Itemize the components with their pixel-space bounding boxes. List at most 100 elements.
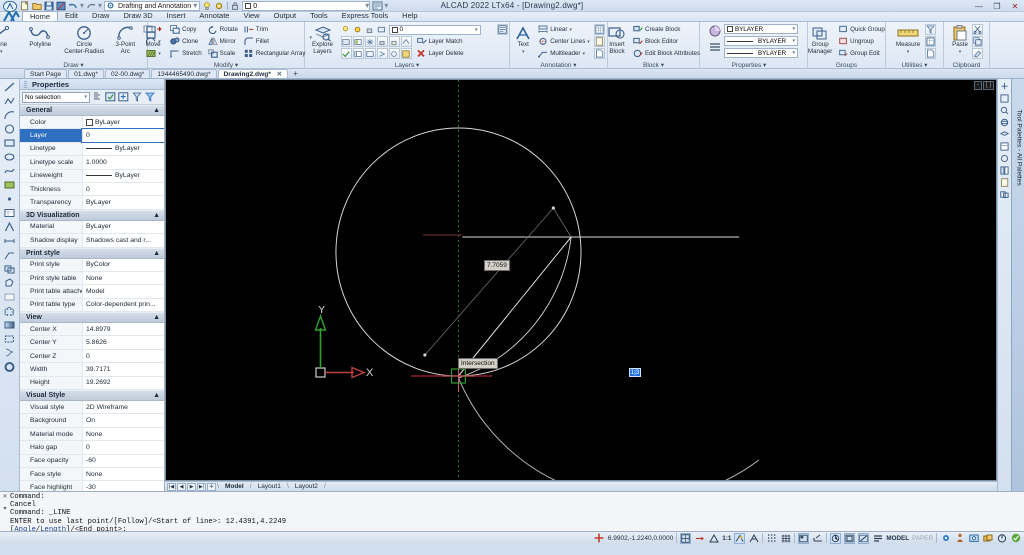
- property-value-print-style-table[interactable]: None: [82, 271, 164, 285]
- layer-merge-icon[interactable]: [376, 48, 388, 59]
- isolate-objects-icon[interactable]: [968, 533, 979, 544]
- doc-tab-drawing2[interactable]: Drawing2.dwg* ✕: [217, 69, 289, 78]
- layout-prev-button[interactable]: ◀: [177, 482, 186, 491]
- properties-linetype-dropdown-icon[interactable]: ▾: [792, 38, 795, 44]
- draw-rectangle-tool-icon[interactable]: [3, 137, 17, 149]
- property-row-face-highlight[interactable]: Face highlight -30: [20, 481, 164, 491]
- properties-toggle-value-icon[interactable]: [105, 92, 116, 103]
- properties-lineweight-combo[interactable]: BYLAYER ▾: [724, 48, 798, 58]
- menu-item-insert[interactable]: Insert: [160, 11, 193, 21]
- property-row-thickness[interactable]: Thickness 0: [20, 182, 164, 197]
- properties-linetype-combo[interactable]: BYLAYER ▾: [724, 36, 798, 46]
- layer-lock-state-icon[interactable]: [365, 25, 375, 35]
- draw-dimension-tool-icon[interactable]: [3, 235, 17, 247]
- annotation-linear-button[interactable]: Linear ▾: [536, 24, 592, 35]
- draw-table-tool-icon[interactable]: [3, 207, 17, 219]
- paper-space-label[interactable]: PAPER: [912, 535, 933, 542]
- menu-item-express-tools[interactable]: Express Tools: [335, 11, 396, 21]
- annotation-scale-value[interactable]: 1:1: [722, 535, 731, 542]
- property-value-height[interactable]: 19.2692: [82, 376, 164, 390]
- draw-polyline-button[interactable]: Polyline: [20, 23, 60, 49]
- draw-boundary-tool-icon[interactable]: [3, 333, 17, 345]
- command-line-options-icon[interactable]: ▾: [3, 505, 6, 512]
- layer-match-button[interactable]: Layer Match: [415, 36, 465, 47]
- draw-spline-tool-icon[interactable]: [3, 165, 17, 177]
- clipboard-paste-dropdown-icon[interactable]: ▾: [959, 49, 962, 56]
- ribbon-panel-draw-title[interactable]: Draw ▾: [0, 62, 147, 69]
- property-row-material[interactable]: Material ByLayer: [20, 220, 164, 235]
- property-value-print-table-attached[interactable]: Model: [82, 285, 164, 298]
- ribbon-panel-block-title[interactable]: Block ▾: [608, 62, 699, 69]
- layer-delete-button[interactable]: Layer Delete: [415, 48, 466, 59]
- minimize-button[interactable]: —: [972, 1, 986, 11]
- property-value-lineweight[interactable]: ByLayer: [82, 169, 164, 182]
- property-value-layer[interactable]: 0: [81, 128, 164, 143]
- drawing-canvas[interactable]: Y X 7.7059 Intersection 1|3 - []: [165, 79, 997, 481]
- modify-trim-button[interactable]: Trim: [242, 24, 308, 35]
- annotation-text-button[interactable]: Text ▾: [512, 23, 534, 55]
- layer-off-icon[interactable]: [340, 36, 352, 47]
- property-row-face-opacity[interactable]: Face opacity -60: [20, 454, 164, 468]
- modify-mirror-button[interactable]: Mirror: [206, 36, 240, 47]
- modify-stretch-button[interactable]: Stretch: [168, 48, 204, 59]
- calculator-icon[interactable]: [925, 36, 936, 47]
- property-value-print-table-type[interactable]: Color-dependent prin...: [82, 298, 164, 312]
- property-row-lineweight[interactable]: Lineweight ByLayer: [20, 169, 164, 183]
- property-row-halo-gap[interactable]: Halo gap 0: [20, 441, 164, 455]
- menu-item-view[interactable]: View: [236, 11, 266, 21]
- properties-section-general-collapse-icon[interactable]: ▲: [153, 107, 160, 114]
- layer-make-current-icon[interactable]: [400, 36, 412, 47]
- table-icon[interactable]: [593, 24, 605, 35]
- draw-point-tool-icon[interactable]: [3, 193, 17, 205]
- groups-manager-button[interactable]: Group Manager: [806, 23, 834, 55]
- draw-line-tool-icon[interactable]: [3, 81, 17, 93]
- layer-freeze-icon[interactable]: [353, 25, 363, 35]
- coordinates-readout[interactable]: 6.9902,-1.2240,0.0000: [608, 535, 673, 542]
- properties-section-visual-collapse-icon[interactable]: ▲: [153, 392, 160, 399]
- command-input-prompt[interactable]: [Angle/Length]/<End point>:: [10, 526, 1024, 531]
- draw-hatch-tool-icon[interactable]: [3, 179, 17, 191]
- property-row-center-y[interactable]: Center Y 5.8626: [20, 336, 164, 350]
- properties-tool-icon[interactable]: [999, 141, 1010, 151]
- otrack-icon[interactable]: [766, 533, 777, 544]
- layout-first-button[interactable]: |◀: [167, 482, 176, 491]
- grid-display-icon[interactable]: [780, 533, 791, 544]
- viewport-control-view[interactable]: [ ]: [982, 81, 994, 90]
- annotation-visibility-status-icon[interactable]: [872, 533, 883, 544]
- model-space-label[interactable]: MODEL: [886, 535, 909, 542]
- layers-explore-button[interactable]: Explore Layers: [307, 23, 339, 55]
- draw-block-tool-icon[interactable]: [3, 263, 17, 275]
- draw-line-dropdown-icon[interactable]: ▾: [0, 49, 3, 56]
- properties-section-3d-visualization[interactable]: 3D Visualization ▲: [20, 209, 164, 221]
- property-row-center-x[interactable]: Center X 14.8979: [20, 323, 164, 337]
- property-row-background[interactable]: Background On: [20, 414, 164, 428]
- layer-on-state-icon[interactable]: [341, 25, 351, 35]
- properties-pickadd-icon[interactable]: [118, 92, 129, 103]
- draw-text-tool-icon[interactable]: [3, 221, 17, 233]
- property-value-thickness[interactable]: 0: [82, 182, 164, 196]
- properties-section-view-collapse-icon[interactable]: ▲: [153, 314, 160, 321]
- properties-grip-icon[interactable]: [24, 81, 27, 88]
- layers-tool-icon[interactable]: [999, 129, 1010, 139]
- layer-plot-icon[interactable]: [377, 25, 387, 35]
- properties-section-print-style[interactable]: Print style ▲: [20, 247, 164, 259]
- point-icon[interactable]: [925, 48, 936, 59]
- layer-walk-icon[interactable]: [388, 48, 400, 59]
- command-line-history[interactable]: Command: Cancel Command: _LINE ENTER to …: [10, 492, 1024, 531]
- status-ok-icon[interactable]: [1010, 533, 1021, 544]
- doc-tab-start-page[interactable]: Start Page: [24, 69, 68, 78]
- utilities-measure-dropdown-icon[interactable]: ▾: [907, 49, 910, 56]
- layer-thaw-all-icon[interactable]: [352, 48, 364, 59]
- properties-section-view[interactable]: View ▲: [20, 312, 164, 324]
- property-row-layer[interactable]: Layer 0: [20, 128, 164, 143]
- dynamic-input-icon[interactable]: [812, 533, 823, 544]
- settings-icon[interactable]: [940, 533, 951, 544]
- property-value-linetype-scale[interactable]: 1.0000: [82, 156, 164, 169]
- menu-item-draw3d[interactable]: Draw 3D: [116, 11, 159, 21]
- layers-combo-dropdown-icon[interactable]: ▾: [475, 27, 478, 33]
- lineweight-icon[interactable]: [830, 532, 842, 544]
- property-value-transparency[interactable]: ByLayer: [82, 196, 164, 209]
- menu-item-edit[interactable]: Edit: [58, 11, 85, 21]
- property-row-print-table-attached[interactable]: Print table attached to Model: [20, 285, 164, 299]
- draw-region-tool-icon[interactable]: [3, 277, 17, 289]
